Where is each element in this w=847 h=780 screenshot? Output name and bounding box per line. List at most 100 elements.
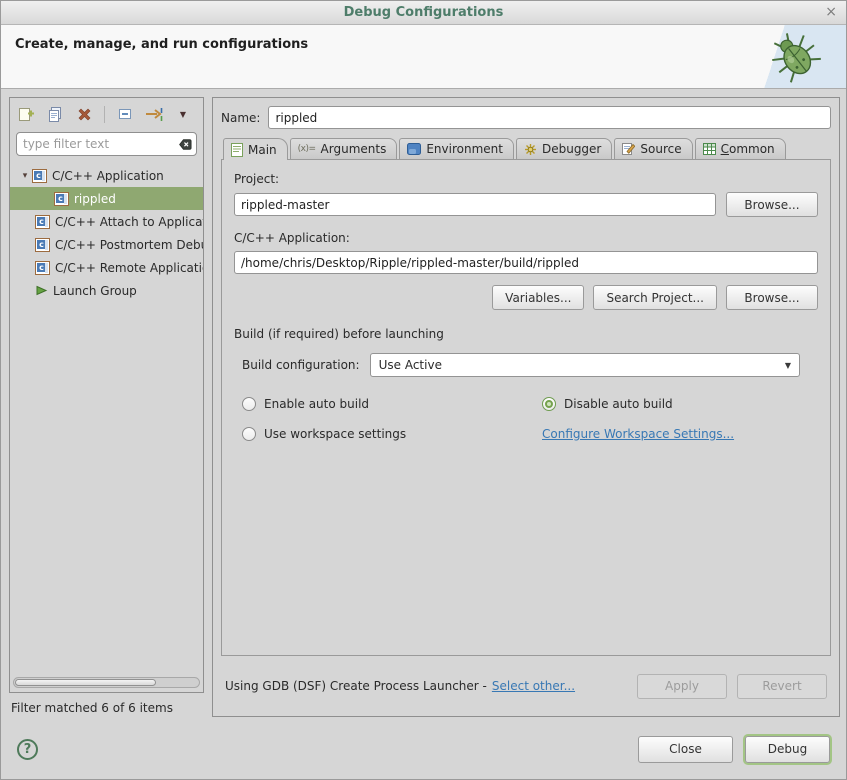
radio-label: Disable auto build — [564, 397, 673, 411]
tab-environment[interactable]: Environment — [399, 138, 514, 159]
scrollbar-thumb[interactable] — [15, 679, 156, 686]
name-input[interactable] — [268, 106, 831, 129]
tree-item-label: C/C++ Remote Application — [55, 261, 203, 275]
build-configuration-label: Build configuration: — [242, 358, 360, 372]
launch-group-icon — [35, 284, 48, 297]
duplicate-configuration-icon[interactable] — [46, 105, 64, 123]
application-input[interactable] — [234, 251, 818, 274]
filter-configurations-icon[interactable] — [145, 105, 163, 123]
application-label: C/C++ Application: — [234, 231, 818, 245]
delete-configuration-icon[interactable] — [75, 105, 93, 123]
tree-item-label: rippled — [74, 192, 116, 206]
radio-label: Enable auto build — [264, 397, 369, 411]
variables-button[interactable]: Variables... — [492, 285, 584, 310]
tab-label: Arguments — [321, 142, 387, 156]
build-configuration-row: Build configuration: Use Active ▼ — [234, 353, 818, 377]
radio-disable-auto-build[interactable]: Disable auto build — [542, 397, 818, 411]
common-tab-icon — [703, 143, 716, 155]
configurations-tree: ▾ c C/C++ Application c rippled c C/C++ … — [10, 162, 203, 675]
close-icon[interactable]: × — [825, 4, 837, 20]
radio-use-workspace-settings[interactable]: Use workspace settings — [242, 427, 542, 441]
c-application-icon: c — [32, 169, 47, 183]
tab-source[interactable]: Source — [614, 138, 692, 159]
revert-button[interactable]: Revert — [737, 674, 827, 699]
name-row: Name: — [221, 106, 831, 129]
project-input[interactable] — [234, 193, 716, 216]
main-tab-icon — [231, 143, 243, 157]
radio-unchecked-icon — [242, 427, 256, 441]
apply-button[interactable]: Apply — [637, 674, 727, 699]
tab-main[interactable]: Main — [223, 138, 288, 160]
arguments-tab-icon: (x)= — [298, 144, 316, 154]
filter-box — [16, 132, 197, 156]
tab-label: Common — [721, 142, 775, 156]
tree-item-label: Launch Group — [53, 284, 137, 298]
chevron-expanded-icon[interactable]: ▾ — [18, 171, 32, 181]
c-application-icon: c — [35, 215, 50, 229]
tab-label: Environment — [426, 142, 503, 156]
filter-input[interactable] — [23, 137, 174, 151]
search-project-button[interactable]: Search Project... — [593, 285, 717, 310]
toolbar-separator — [104, 106, 105, 123]
build-section-label: Build (if required) before launching — [234, 327, 818, 341]
radio-enable-auto-build[interactable]: Enable auto build — [242, 397, 542, 411]
launcher-text: Using GDB (DSF) Create Process Launcher … — [225, 679, 487, 693]
c-application-icon: c — [54, 192, 69, 206]
project-label: Project: — [234, 172, 818, 186]
tree-item-launch-group[interactable]: Launch Group — [10, 279, 203, 302]
debug-configurations-dialog: Debug Configurations × Create, manage, a… — [0, 0, 847, 780]
build-configuration-value: Use Active — [379, 358, 785, 372]
tree-item-cpp-application[interactable]: ▾ c C/C++ Application — [10, 164, 203, 187]
chevron-down-icon: ▼ — [785, 361, 791, 370]
c-application-icon: c — [35, 238, 50, 252]
debug-button[interactable]: Debug — [745, 736, 830, 763]
tree-item-label: C/C++ Postmortem Debugger — [55, 238, 203, 252]
tab-label: Source — [640, 142, 681, 156]
c-application-icon: c — [35, 261, 50, 275]
configurations-panel: ▼ ▾ c C/C++ Application c — [9, 97, 204, 693]
dialog-body: ▼ ▾ c C/C++ Application c — [1, 89, 846, 717]
radio-checked-icon — [542, 397, 556, 411]
toolbar-menu-dropdown-icon[interactable]: ▼ — [174, 105, 192, 123]
sidebar: ▼ ▾ c C/C++ Application c — [9, 97, 204, 717]
browse-project-button[interactable]: Browse... — [726, 192, 818, 217]
configuration-detail-panel: Name: Main (x)= Arguments Environment — [212, 97, 840, 717]
tab-label: Main — [248, 143, 277, 157]
build-configuration-select[interactable]: Use Active ▼ — [370, 353, 800, 377]
name-label: Name: — [221, 111, 260, 125]
help-icon[interactable]: ? — [17, 739, 38, 760]
configure-workspace-settings-link[interactable]: Configure Workspace Settings... — [542, 427, 818, 441]
project-row: Browse... — [234, 192, 818, 217]
select-other-launcher-link[interactable]: Select other... — [492, 679, 575, 693]
tab-arguments[interactable]: (x)= Arguments — [290, 138, 398, 159]
browse-application-button[interactable]: Browse... — [726, 285, 818, 310]
tab-common[interactable]: Common — [695, 138, 786, 159]
application-buttons-row: Variables... Search Project... Browse... — [234, 285, 818, 310]
tab-bar: Main (x)= Arguments Environment Debugger… — [221, 137, 831, 159]
launcher-row: Using GDB (DSF) Create Process Launcher … — [221, 656, 831, 716]
tree-item-label: C/C++ Attach to Application — [55, 215, 203, 229]
tree-item-cpp-attach[interactable]: c C/C++ Attach to Application — [10, 210, 203, 233]
tree-item-cpp-remote[interactable]: c C/C++ Remote Application — [10, 256, 203, 279]
tree-item-label: C/C++ Application — [52, 169, 164, 183]
dialog-header: Create, manage, and run configurations — [1, 25, 846, 89]
clear-filter-icon[interactable] — [174, 135, 192, 153]
source-tab-icon — [622, 142, 635, 156]
new-configuration-icon[interactable] — [17, 105, 35, 123]
close-button[interactable]: Close — [638, 736, 733, 763]
debug-bug-icon — [764, 29, 828, 87]
horizontal-scrollbar[interactable] — [13, 677, 200, 688]
dialog-footer: ? Close Debug — [1, 717, 846, 780]
debugger-tab-icon — [524, 143, 537, 156]
titlebar[interactable]: Debug Configurations × — [1, 1, 846, 25]
radio-label: Use workspace settings — [264, 427, 406, 441]
environment-tab-icon — [407, 143, 421, 155]
collapse-all-icon[interactable] — [116, 105, 134, 123]
main-tab-content: Project: Browse... C/C++ Application: Va… — [221, 159, 831, 656]
tree-item-cpp-postmortem[interactable]: c C/C++ Postmortem Debugger — [10, 233, 203, 256]
tab-debugger[interactable]: Debugger — [516, 138, 612, 159]
tab-label: Debugger — [542, 142, 601, 156]
configurations-toolbar: ▼ — [10, 98, 203, 130]
auto-build-options: Enable auto build Disable auto build Use… — [234, 397, 818, 441]
tree-item-rippled[interactable]: c rippled — [10, 187, 203, 210]
